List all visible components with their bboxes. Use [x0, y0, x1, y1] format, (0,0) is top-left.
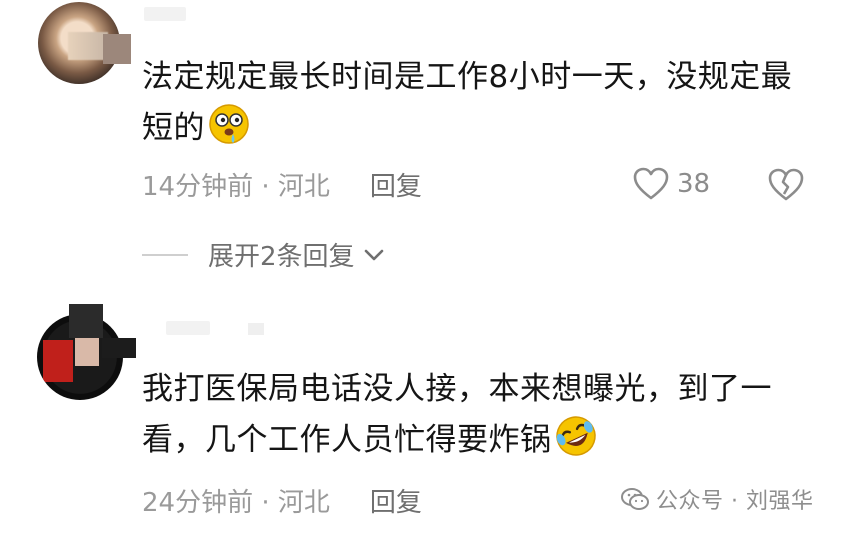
- username-redacted[interactable]: [144, 7, 186, 21]
- watermark: 公众号 · 刘强华: [620, 483, 813, 515]
- comment-meta: 24分钟前 · 河北 回复: [142, 482, 422, 519]
- comments-screen: 法定规定最长时间是工作8小时一天，没规定最短的 14分钟前 · 河北 回复 38…: [0, 0, 850, 537]
- drooling-face-icon: [209, 104, 249, 144]
- comment-text: 我打医保局电话没人接，本来想曝光，到了一看，几个工作人员忙得要炸锅: [142, 365, 812, 465]
- broken-heart-icon[interactable]: [768, 168, 804, 202]
- like-button[interactable]: 38: [633, 164, 710, 204]
- like-count: 38: [677, 169, 711, 199]
- heart-icon: [633, 167, 669, 200]
- avatar-mosaic: [68, 32, 108, 60]
- comment-meta: 14分钟前 · 河北 回复: [142, 166, 422, 203]
- rolling-on-floor-laughing-icon: [555, 416, 596, 456]
- comment-text: 法定规定最长时间是工作8小时一天，没规定最短的: [142, 53, 812, 153]
- divider: [142, 253, 188, 256]
- username-redacted: [248, 323, 264, 335]
- avatar-mosaic: [102, 338, 136, 358]
- wechat-icon: [621, 488, 649, 510]
- reply-button[interactable]: 回复: [370, 482, 422, 519]
- avatar-mosaic: [69, 304, 103, 338]
- expand-replies-label: 展开2条回复: [208, 242, 355, 272]
- watermark-text: 公众号 · 刘强华: [656, 489, 814, 514]
- avatar-mosaic: [75, 338, 99, 366]
- reply-button[interactable]: 回复: [370, 166, 422, 203]
- avatar-mosaic: [43, 340, 73, 382]
- avatar-mosaic: [103, 34, 131, 64]
- expand-replies-button[interactable]: 展开2条回复: [142, 236, 385, 273]
- comment-text-content: 我打医保局电话没人接，本来想曝光，到了一看，几个工作人员忙得要炸锅: [142, 371, 772, 458]
- comment-time-location: 14分钟前 · 河北: [142, 172, 330, 202]
- username-redacted[interactable]: [166, 321, 210, 335]
- comment-time-location: 24分钟前 · 河北: [142, 488, 330, 518]
- chevron-down-icon: [364, 249, 383, 260]
